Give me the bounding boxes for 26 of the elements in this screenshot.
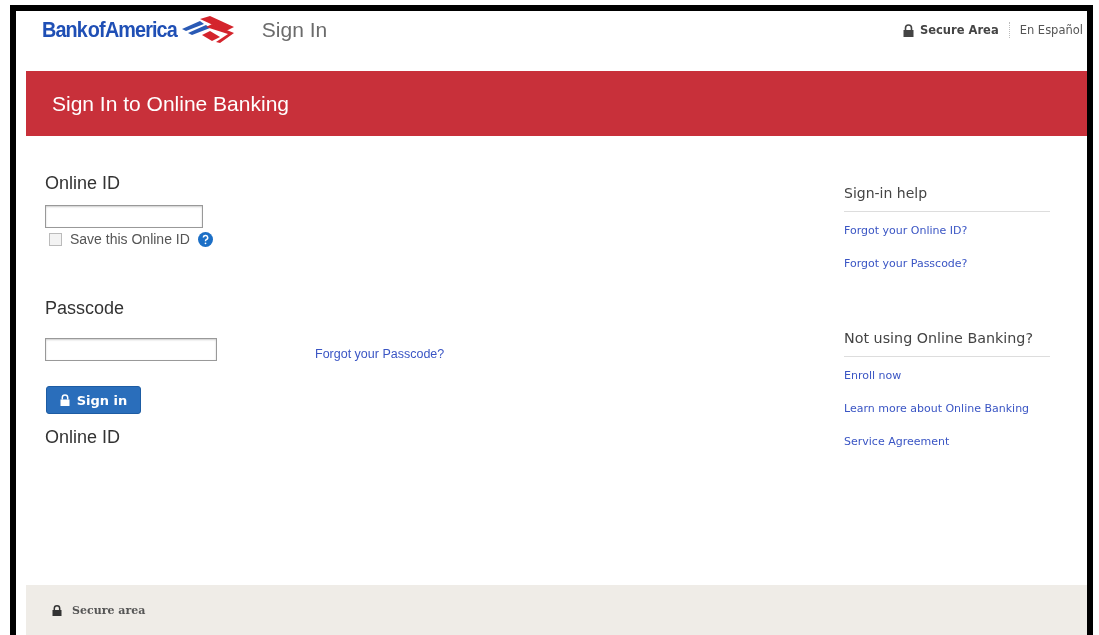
field-label: Online ID [45,426,121,443]
forgot-passcode-link[interactable]: Forgot your Passcode? [315,347,445,361]
lock-icon [59,394,70,406]
sidebar-link[interactable]: Forgot your Passcode? [844,257,968,270]
lock-icon [902,23,914,37]
checkbox-label: Save this Online ID [70,231,190,247]
page-title: Sign In [261,18,328,42]
field-label: Online ID [45,173,121,194]
help-icon[interactable] [197,231,213,247]
sidebar-heading: Sign-in help [844,185,1050,212]
language-link[interactable]: En Español [1019,23,1083,37]
checkbox[interactable] [49,232,62,246]
lock-icon [52,604,62,616]
secure-area-label: Secure Area [919,23,999,37]
passcode-field[interactable] [45,338,217,361]
online-id-field[interactable] [45,205,203,228]
field-label: Passcode [45,298,125,319]
footer-secure-label: Secure area [72,603,146,617]
sign-in-button[interactable]: Sign in [46,386,141,414]
sidebar-link[interactable]: Forgot your Online ID? [844,224,968,237]
logo-wordmark[interactable]: Bank of America [42,17,177,43]
sidebar-link[interactable]: Service Agreement [844,435,950,448]
sidebar-link[interactable]: Enroll now [844,369,902,382]
sidebar-heading: Not using Online Banking? [844,330,1050,357]
banner-title: Sign In to Online Banking [52,91,289,116]
sidebar-link[interactable]: Learn more about Online Banking [844,402,1030,415]
